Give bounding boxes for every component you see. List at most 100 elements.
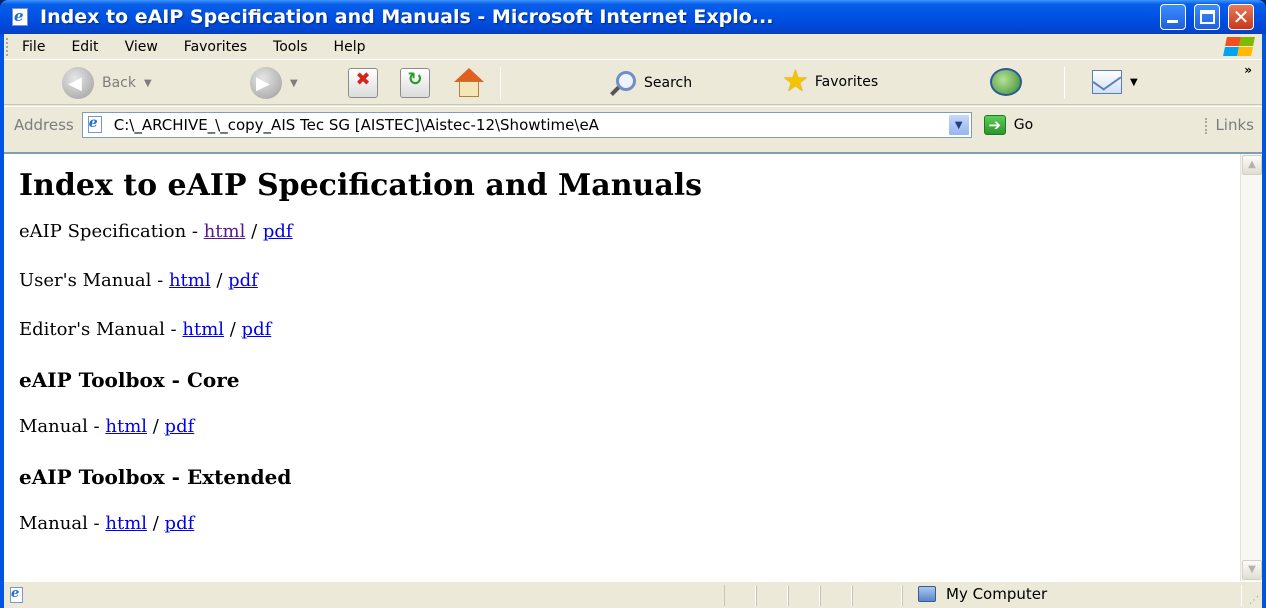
page-title: Index to eAIP Specification and Manuals <box>19 168 703 203</box>
security-zone: My Computer <box>918 585 1047 603</box>
minimize-button[interactable] <box>1160 4 1186 30</box>
stop-button[interactable]: ✖ <box>348 68 378 98</box>
core-manual-label: Manual - <box>19 416 106 437</box>
menu-edit[interactable]: Edit <box>71 39 98 55</box>
spec-label: eAIP Specification - <box>19 221 204 242</box>
users-manual-html-link[interactable]: html <box>169 270 211 291</box>
close-icon: ✕ <box>1232 5 1250 29</box>
extended-heading: eAIP Toolbox - Extended <box>19 465 292 489</box>
status-panel <box>820 585 852 606</box>
maximize-icon <box>1200 10 1215 24</box>
address-bar: Address e C:\_ARCHIVE_\_copy_AIS Tec SG … <box>4 106 1262 142</box>
extended-manual-line: Manual - html / pdf <box>19 513 1219 535</box>
back-button[interactable]: ◀ Back ▼ <box>62 67 152 99</box>
link-separator: / <box>245 221 263 242</box>
toolbar-separator <box>1064 67 1065 99</box>
users-manual-label: User's Manual - <box>19 270 169 291</box>
go-label: Go <box>1013 116 1034 133</box>
resize-grip-icon[interactable]: ⋰ <box>1249 595 1259 606</box>
document: Index to eAIP Specification and Manuals … <box>19 168 1219 562</box>
mail-icon <box>1092 70 1122 94</box>
core-manual-html-link[interactable]: html <box>105 416 147 437</box>
spec-line: eAIP Specification - html / pdf <box>19 221 1219 243</box>
spec-pdf-link[interactable]: pdf <box>263 221 293 242</box>
minimize-icon <box>1167 20 1178 23</box>
menu-bar: File Edit View Favorites Tools Help <box>4 34 1262 60</box>
core-manual-line: Manual - html / pdf <box>19 416 1219 438</box>
menu-view[interactable]: View <box>125 39 158 55</box>
extended-manual-label: Manual - <box>19 513 106 534</box>
core-manual-pdf-link[interactable]: pdf <box>165 416 195 437</box>
toolbar-separator <box>500 67 501 99</box>
status-page-icon: e <box>8 586 26 604</box>
forward-dropdown-icon[interactable]: ▼ <box>290 78 298 89</box>
scroll-up-icon[interactable]: ▲ <box>1242 155 1262 175</box>
refresh-button[interactable]: ↻ <box>400 68 430 98</box>
core-heading: eAIP Toolbox - Core <box>19 368 240 392</box>
zone-label: My Computer <box>946 585 1048 603</box>
editors-manual-line: Editor's Manual - html / pdf <box>19 319 1219 341</box>
browser-chrome: File Edit View Favorites Tools Help ◀ Ba… <box>4 34 1262 152</box>
mail-dropdown-icon[interactable]: ▼ <box>1130 77 1138 88</box>
close-button[interactable]: ✕ <box>1228 4 1254 30</box>
status-panel <box>756 585 788 606</box>
editors-manual-label: Editor's Manual - <box>19 319 183 340</box>
refresh-icon: ↻ <box>400 68 430 98</box>
menu-help[interactable]: Help <box>334 39 366 55</box>
search-icon <box>610 69 638 97</box>
window-title: Index to eAIP Specification and Manuals … <box>40 6 774 28</box>
link-separator: / <box>210 270 229 291</box>
search-label: Search <box>644 75 693 91</box>
history-icon <box>990 68 1022 96</box>
menu-file[interactable]: File <box>22 39 45 55</box>
extended-manual-pdf-link[interactable]: pdf <box>165 513 195 534</box>
link-separator: / <box>224 319 242 340</box>
toolbar-overflow-chevron[interactable]: » <box>1244 63 1252 77</box>
forward-arrow-icon: ▶ <box>250 67 282 99</box>
address-input[interactable]: e C:\_ARCHIVE_\_copy_AIS Tec SG [AISTEC]… <box>81 111 972 138</box>
address-page-icon: e <box>86 115 106 134</box>
forward-button[interactable]: ▶ ▼ <box>250 67 298 99</box>
back-label: Back <box>102 75 136 91</box>
home-button[interactable] <box>452 68 486 98</box>
link-separator: / <box>147 416 165 437</box>
address-value[interactable]: C:\_ARCHIVE_\_copy_AIS Tec SG [AISTEC]\A… <box>114 116 944 134</box>
favorites-button[interactable]: ★ Favorites <box>782 67 878 97</box>
back-arrow-icon: ◀ <box>62 67 94 99</box>
search-button[interactable]: Search <box>610 69 692 97</box>
status-bar: e My Computer ⋰ <box>4 581 1262 608</box>
windows-logo-icon <box>1220 36 1255 58</box>
scroll-down-icon[interactable]: ▼ <box>1242 560 1262 580</box>
links-button[interactable]: Links <box>1205 116 1254 134</box>
editors-manual-html-link[interactable]: html <box>182 319 224 340</box>
title-bar[interactable]: e Index to eAIP Specification and Manual… <box>0 0 1266 34</box>
content-area: Index to eAIP Specification and Manuals … <box>4 152 1262 581</box>
my-computer-icon <box>918 586 936 602</box>
vertical-scrollbar[interactable]: ▲ ▼ <box>1240 154 1262 581</box>
standard-toolbar: ◀ Back ▼ ▶ ▼ ✖ ↻ Search ★ Favorites ▼ » <box>4 61 1262 105</box>
mail-button[interactable]: ▼ <box>1092 70 1138 94</box>
status-panel <box>788 585 820 606</box>
status-panel <box>852 585 902 606</box>
spec-html-link[interactable]: html <box>204 221 246 242</box>
home-icon <box>452 68 486 98</box>
link-separator: / <box>147 513 165 534</box>
users-manual-line: User's Manual - html / pdf <box>19 270 1219 292</box>
address-dropdown-icon[interactable]: ▼ <box>947 113 970 136</box>
menu-tools[interactable]: Tools <box>273 39 308 55</box>
users-manual-pdf-link[interactable]: pdf <box>228 270 258 291</box>
favorites-label: Favorites <box>814 74 879 90</box>
menubar-grip[interactable] <box>6 37 10 56</box>
address-label: Address <box>14 115 74 134</box>
history-button[interactable] <box>990 68 1022 96</box>
menu-favorites[interactable]: Favorites <box>184 39 247 55</box>
editors-manual-pdf-link[interactable]: pdf <box>242 319 272 340</box>
back-dropdown-icon[interactable]: ▼ <box>144 78 152 89</box>
favorites-star-icon: ★ <box>782 64 809 99</box>
maximize-button[interactable] <box>1194 4 1220 30</box>
go-arrow-icon: ➔ <box>983 114 1006 135</box>
ie-page-icon: e <box>10 7 32 27</box>
stop-icon: ✖ <box>348 68 378 98</box>
extended-manual-html-link[interactable]: html <box>105 513 147 534</box>
go-button[interactable]: ➔ Go <box>983 114 1034 135</box>
